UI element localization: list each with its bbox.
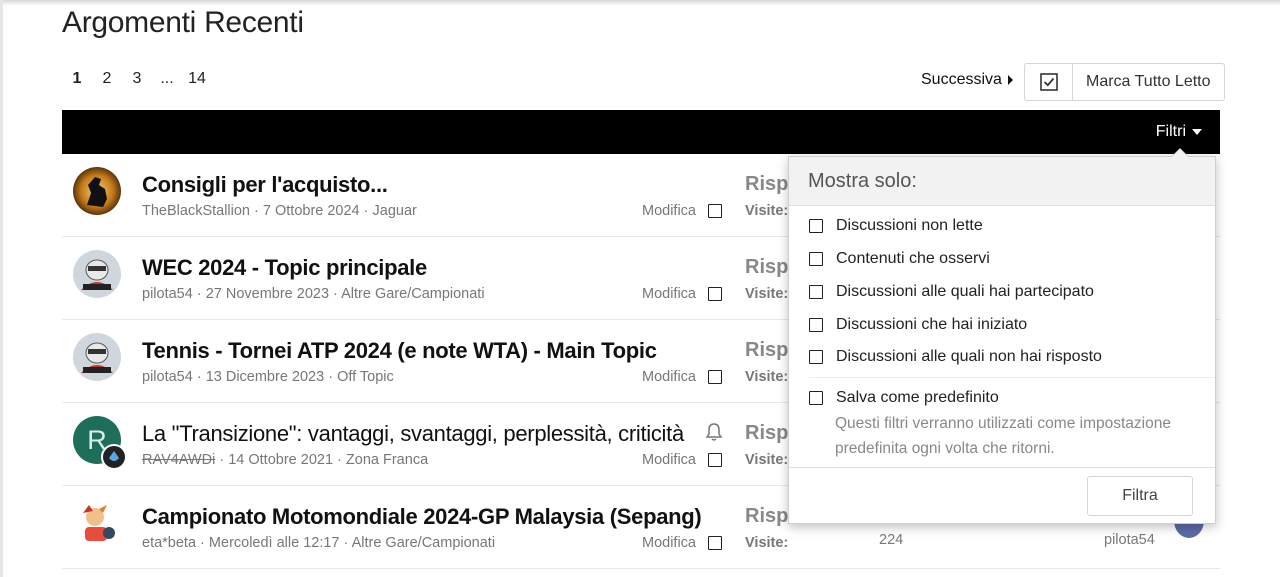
topic-forum[interactable]: Off Topic bbox=[337, 369, 394, 385]
page-ellipsis[interactable]: ... bbox=[152, 70, 182, 88]
filter-checkbox[interactable] bbox=[809, 252, 823, 266]
edit-link[interactable]: Modifica bbox=[642, 286, 696, 302]
edit-link[interactable]: Modifica bbox=[642, 203, 696, 219]
topic-date: 27 Novembre 2023 bbox=[205, 286, 330, 302]
next-page-label: Successiva bbox=[921, 71, 1002, 88]
edit-link[interactable]: Modifica bbox=[642, 535, 696, 551]
filter-option-label: Discussioni che hai iniziato bbox=[836, 316, 1028, 333]
filter-checkbox[interactable] bbox=[809, 350, 823, 364]
page-title: Argomenti Recenti bbox=[62, 6, 304, 39]
caret-down-icon bbox=[1192, 129, 1202, 135]
filter-option-label: Discussioni alle quali non hai risposto bbox=[836, 348, 1102, 365]
topic-forum[interactable]: Zona Franca bbox=[346, 452, 428, 468]
topic-author[interactable]: pilota54 bbox=[142, 369, 193, 385]
filter-option-participated[interactable]: Discussioni alle quali hai partecipato bbox=[809, 283, 1094, 301]
page-link-1[interactable]: 1 bbox=[62, 70, 92, 88]
topic-meta: pilota54 · 27 Novembre 2023 · Altre Gare… bbox=[142, 286, 485, 302]
mark-all-read-button[interactable]: Marca Tutto Letto bbox=[1073, 64, 1224, 100]
racing-helmet-avatar-icon bbox=[73, 250, 121, 298]
checkbox-checked-icon bbox=[1039, 73, 1058, 91]
last-poster-name[interactable]: pilota54 bbox=[1104, 532, 1155, 548]
topic-date: 13 Dicembre 2023 bbox=[205, 369, 325, 385]
topic-forum[interactable]: Altre Gare/Campionati bbox=[341, 286, 484, 302]
racing-helmet-avatar-icon bbox=[73, 333, 121, 381]
topic-meta: eta*beta · Mercoledì alle 12:17 · Altre … bbox=[142, 535, 496, 551]
save-default-hint: Questi filtri verranno utilizzati come i… bbox=[835, 415, 1171, 457]
topic-date: Mercoledì alle 12:17 bbox=[208, 535, 340, 551]
filter-option-label: Discussioni non lette bbox=[836, 217, 983, 234]
topic-date: 14 Ottobre 2021 bbox=[228, 452, 334, 468]
left-edge bbox=[0, 0, 3, 577]
follow-bell-icon[interactable] bbox=[705, 422, 723, 447]
avatar[interactable] bbox=[73, 499, 121, 547]
filter-checkbox[interactable] bbox=[809, 219, 823, 233]
topic-date: 7 Ottobre 2024 bbox=[262, 203, 360, 219]
filter-option-unanswered[interactable]: Discussioni alle quali non hai risposto bbox=[809, 348, 1102, 366]
topic-select-checkbox[interactable] bbox=[708, 370, 722, 384]
topic-title[interactable]: Tennis - Tornei ATP 2024 (e note WTA) - … bbox=[142, 338, 657, 364]
topic-select-checkbox[interactable] bbox=[708, 204, 722, 218]
menu-divider bbox=[809, 377, 1215, 378]
filter-checkbox[interactable] bbox=[809, 318, 823, 332]
topic-author[interactable]: pilota54 bbox=[142, 286, 193, 302]
topic-meta: pilota54 · 13 Dicembre 2023 · Off Topic bbox=[142, 369, 394, 385]
filter-option-followed[interactable]: Contenuti che osservi bbox=[809, 250, 990, 268]
filter-option-label: Contenuti che osservi bbox=[836, 250, 990, 267]
edit-link[interactable]: Modifica bbox=[642, 369, 696, 385]
topic-forum[interactable]: Altre Gare/Campionati bbox=[352, 535, 495, 551]
rank-badge-icon bbox=[101, 444, 127, 470]
views-label: Visite: bbox=[745, 369, 789, 385]
pagination: 1 2 3 ... 14 bbox=[62, 70, 212, 88]
caret-right-icon bbox=[1007, 75, 1013, 85]
avatar[interactable] bbox=[73, 167, 121, 215]
topic-meta: TheBlackStallion · 7 Ottobre 2024 · Jagu… bbox=[142, 203, 417, 219]
topic-title[interactable]: Campionato Motomondiale 2024-GP Malaysia… bbox=[142, 504, 702, 530]
page-link-14[interactable]: 14 bbox=[182, 70, 212, 88]
views-count: 224 bbox=[879, 532, 904, 548]
save-default-checkbox[interactable] bbox=[809, 391, 823, 405]
edit-link[interactable]: Modifica bbox=[642, 452, 696, 468]
filter-option-label: Discussioni alle quali hai partecipato bbox=[836, 283, 1094, 300]
views-label: Visite: bbox=[745, 535, 789, 551]
mark-all-read-group: Marca Tutto Letto bbox=[1024, 63, 1225, 101]
topic-title[interactable]: Consigli per l'acquisto... bbox=[142, 172, 388, 198]
menu-footer-divider bbox=[789, 467, 1215, 468]
views-label: Visite: bbox=[745, 452, 789, 468]
topic-meta: RAV4AWDi · 14 Ottobre 2021 · Zona Franca bbox=[142, 452, 429, 468]
page-link-2[interactable]: 2 bbox=[92, 70, 122, 88]
avatar[interactable]: R bbox=[73, 416, 127, 470]
topic-author[interactable]: eta*beta bbox=[142, 535, 196, 551]
next-page-link[interactable]: Successiva bbox=[921, 71, 1013, 89]
page-link-3[interactable]: 3 bbox=[122, 70, 152, 88]
avatar[interactable] bbox=[73, 250, 121, 298]
filters-menu-heading: Mostra solo: bbox=[789, 157, 1215, 206]
select-topics-button[interactable] bbox=[1025, 64, 1073, 100]
topic-list-header-bar: Filtri bbox=[62, 110, 1220, 154]
topic-title[interactable]: La "Transizione": vantaggi, svantaggi, p… bbox=[142, 421, 684, 447]
views-label: Visite: bbox=[745, 286, 789, 302]
topic-author[interactable]: RAV4AWDi bbox=[142, 452, 215, 468]
apply-filter-button[interactable]: Filtra bbox=[1087, 476, 1193, 516]
topic-forum[interactable]: Jaguar bbox=[373, 203, 417, 219]
views-label: Visite: bbox=[745, 203, 789, 219]
save-default-label: Salva come predefinito bbox=[836, 389, 999, 406]
filter-checkbox[interactable] bbox=[809, 285, 823, 299]
cartoon-avatar-icon bbox=[73, 499, 121, 547]
avatar[interactable] bbox=[73, 333, 121, 381]
save-default-option[interactable]: Salva come predefinito bbox=[809, 389, 999, 407]
topic-select-checkbox[interactable] bbox=[708, 287, 722, 301]
filter-option-unread[interactable]: Discussioni non lette bbox=[809, 217, 983, 235]
filter-option-started[interactable]: Discussioni che hai iniziato bbox=[809, 316, 1027, 334]
topic-author[interactable]: TheBlackStallion bbox=[142, 203, 250, 219]
filters-button[interactable]: Filtri bbox=[1156, 123, 1202, 141]
filters-dropdown-menu: Mostra solo: Discussioni non lette Conte… bbox=[788, 148, 1216, 524]
filters-label: Filtri bbox=[1155, 123, 1186, 140]
topic-title[interactable]: WEC 2024 - Topic principale bbox=[142, 255, 427, 281]
topic-select-checkbox[interactable] bbox=[708, 536, 722, 550]
topic-select-checkbox[interactable] bbox=[708, 453, 722, 467]
horse-avatar-icon bbox=[73, 167, 121, 215]
